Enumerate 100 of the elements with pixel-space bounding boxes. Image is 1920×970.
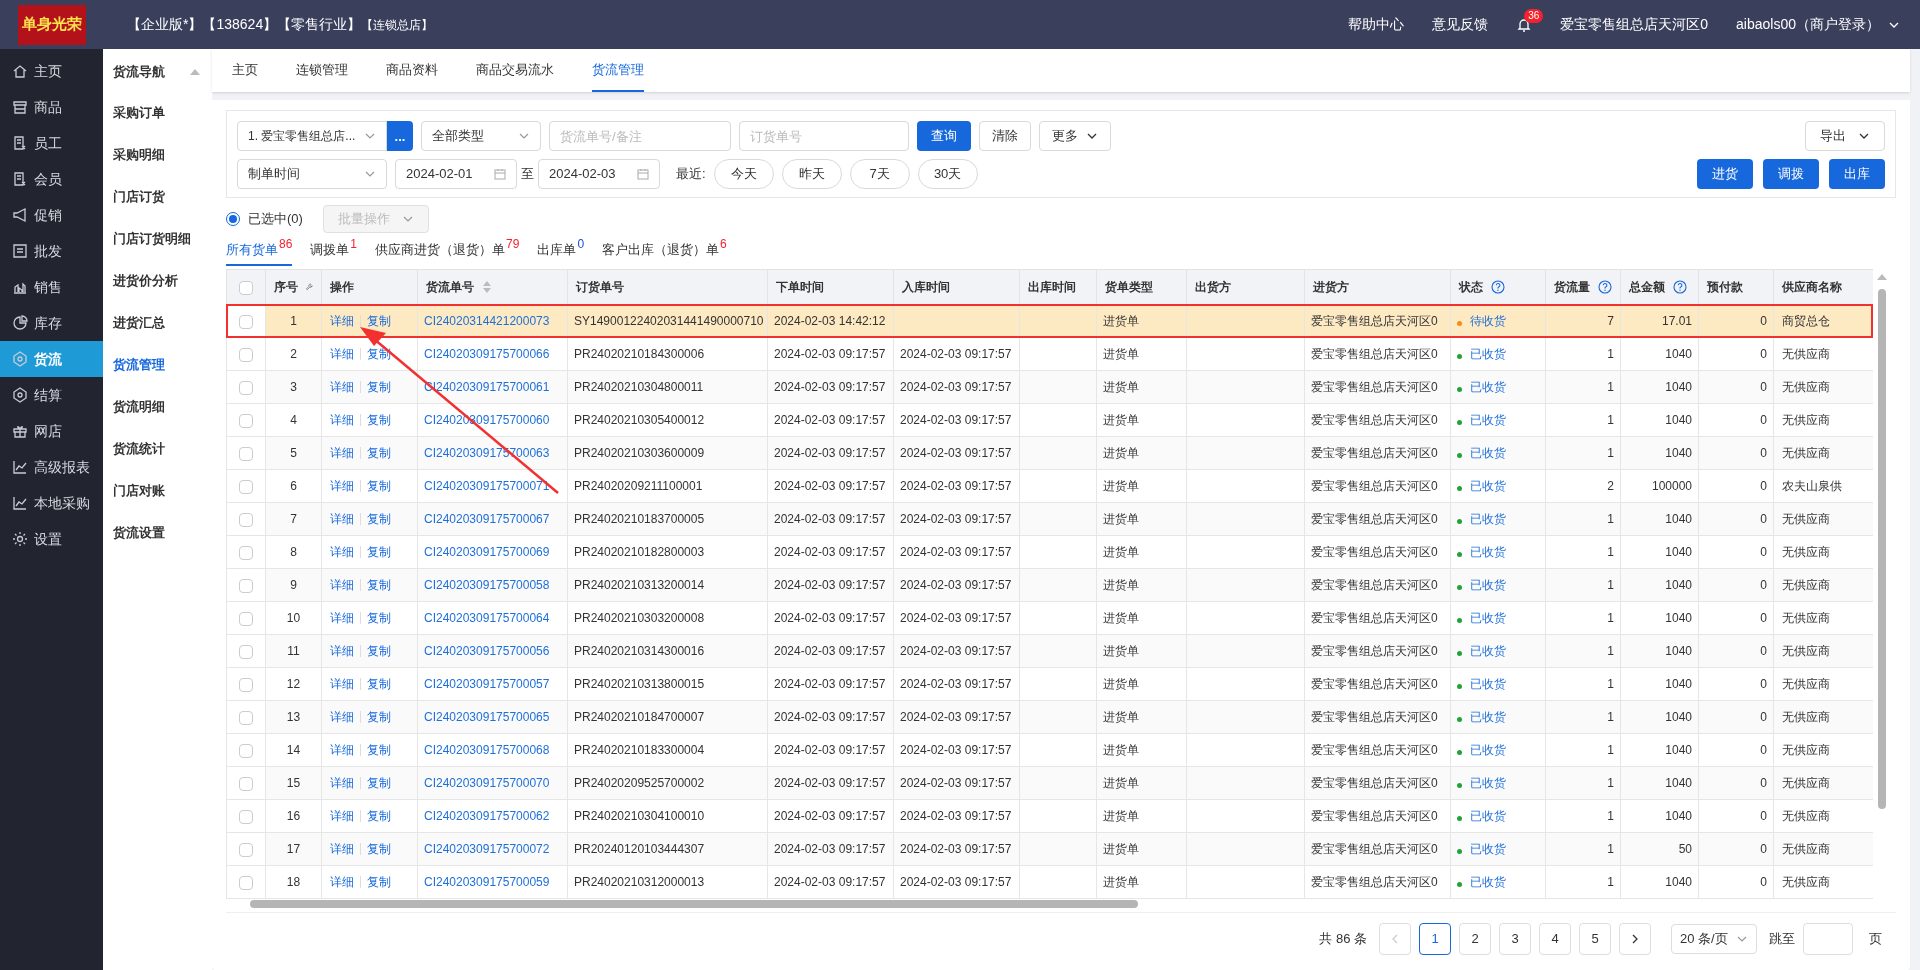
status-link[interactable]: 已收货 xyxy=(1470,807,1506,825)
more-filters-button[interactable]: 更多 xyxy=(1039,121,1111,151)
row-checkbox[interactable] xyxy=(239,875,253,890)
row-action-link[interactable]: 详细 xyxy=(328,741,356,759)
status-link[interactable]: 已收货 xyxy=(1470,576,1506,594)
row-checkbox[interactable] xyxy=(239,380,253,395)
action-button[interactable]: 进货 xyxy=(1697,159,1753,189)
sidebar-item[interactable]: 销售 xyxy=(0,269,103,305)
action-button[interactable]: 出库 xyxy=(1829,159,1885,189)
table-row[interactable]: 7 详细 复制 CI24020309175700067 PR24020210183700005 2024-02-03 09:17:57 2024-02-03 09:17:57 进货单 爱宝零售组总店天河区0 已收货 1 1040 0 无供应商 xyxy=(226,502,1873,536)
row-action-link[interactable]: 复制 xyxy=(365,543,393,561)
sidebar-item[interactable]: 商品 xyxy=(0,89,103,125)
row-action-link[interactable]: 详细 xyxy=(328,576,356,594)
page-tab[interactable]: 主页 xyxy=(232,59,258,92)
row-action-link[interactable]: 复制 xyxy=(365,675,393,693)
status-link[interactable]: 已收货 xyxy=(1470,378,1506,396)
status-link[interactable]: 已收货 xyxy=(1470,873,1506,891)
page-button[interactable]: 5 xyxy=(1579,923,1611,955)
row-action-link[interactable]: 详细 xyxy=(328,477,356,495)
row-checkbox[interactable] xyxy=(239,710,253,725)
action-button[interactable]: 调拨 xyxy=(1763,159,1819,189)
header-link[interactable]: 意见反馈 xyxy=(1432,14,1489,35)
sidebar-item[interactable]: 主页 xyxy=(0,53,103,89)
subnav-item[interactable]: 货流统计 xyxy=(103,428,212,470)
more-button[interactable]: ... xyxy=(387,121,413,151)
row-action-link[interactable]: 复制 xyxy=(365,576,393,594)
sidebar-item[interactable]: 高级报表 xyxy=(0,449,103,485)
row-action-link[interactable]: 复制 xyxy=(365,642,393,660)
table-row[interactable]: 15 详细 复制 CI24020309175700070 PR24020209525700002 2024-02-03 09:17:57 2024-02-03 09:17:57 进货单 爱宝零售组总店天河区0 已收货 1 1040 0 无供应商 xyxy=(226,766,1873,800)
status-link[interactable]: 已收货 xyxy=(1470,411,1506,429)
header-checkbox[interactable] xyxy=(239,280,253,295)
table-row[interactable]: 13 详细 复制 CI24020309175700065 PR24020210184700007 2024-02-03 09:17:57 2024-02-03 09:17:57 进货单 爱宝零售组总店天河区0 已收货 1 1040 0 无供应商 xyxy=(226,700,1873,734)
collapse-icon[interactable] xyxy=(190,68,200,76)
subnav-item[interactable]: 采购订单 xyxy=(103,92,212,134)
subnav-item[interactable]: 门店订货明细 xyxy=(103,218,212,260)
row-action-link[interactable]: 详细 xyxy=(328,345,356,363)
status-link[interactable]: 已收货 xyxy=(1470,642,1506,660)
table-row[interactable]: 17 详细 复制 CI24020309175700072 PR20240120103444307 2024-02-03 09:17:57 2024-02-03 09:17:57 进货单 爱宝零售组总店天河区0 已收货 1 50 0 无供应商 xyxy=(226,832,1873,866)
page-size-select[interactable]: 20 条/页 xyxy=(1671,924,1757,954)
row-action-link[interactable]: 复制 xyxy=(365,708,393,726)
status-link[interactable]: 已收货 xyxy=(1470,675,1506,693)
sidebar-item[interactable]: 结算 xyxy=(0,377,103,413)
status-link[interactable]: 待收货 xyxy=(1470,312,1506,330)
subnav-item[interactable]: 门店对账 xyxy=(103,470,212,512)
row-action-link[interactable]: 详细 xyxy=(328,609,356,627)
page-tab[interactable]: 连锁管理 xyxy=(296,59,348,92)
page-button[interactable]: 2 xyxy=(1459,923,1491,955)
row-action-link[interactable]: 详细 xyxy=(328,774,356,792)
subnav-item[interactable]: 货流明细 xyxy=(103,386,212,428)
status-link[interactable]: 已收货 xyxy=(1470,840,1506,858)
row-action-link[interactable]: 复制 xyxy=(365,774,393,792)
page-button[interactable]: 4 xyxy=(1539,923,1571,955)
table-row[interactable]: 11 详细 复制 CI24020309175700056 PR24020210314300016 2024-02-03 09:17:57 2024-02-03 09:17:57 进货单 爱宝零售组总店天河区0 已收货 1 1040 0 无供应商 xyxy=(226,634,1873,668)
row-checkbox[interactable] xyxy=(239,842,253,857)
status-link[interactable]: 已收货 xyxy=(1470,708,1506,726)
status-link[interactable]: 已收货 xyxy=(1470,609,1506,627)
table-row[interactable]: 18 详细 复制 CI24020309175700059 PR24020210312000013 2024-02-03 09:17:57 2024-02-03 09:17:57 进货单 爱宝零售组总店天河区0 已收货 1 1040 0 无供应商 xyxy=(226,865,1873,899)
header-link[interactable]: 帮助中心 xyxy=(1348,14,1405,35)
end-date-field[interactable]: 2024-02-03 xyxy=(538,159,660,189)
row-checkbox[interactable] xyxy=(239,446,253,461)
row-action-link[interactable]: 详细 xyxy=(328,675,356,693)
row-checkbox[interactable] xyxy=(239,743,253,758)
clear-button[interactable]: 清除 xyxy=(979,121,1031,151)
table-row[interactable]: 9 详细 复制 CI24020309175700058 PR24020210313200014 2024-02-03 09:17:57 2024-02-03 09:17:57 进货单 爱宝零售组总店天河区0 已收货 1 1040 0 无供应商 xyxy=(226,568,1873,602)
table-row[interactable]: 16 详细 复制 CI24020309175700062 PR24020210304100010 2024-02-03 09:17:57 2024-02-03 09:17:57 进货单 爱宝零售组总店天河区0 已收货 1 1040 0 无供应商 xyxy=(226,799,1873,833)
sidebar-item[interactable]: 促销 xyxy=(0,197,103,233)
status-link[interactable]: 已收货 xyxy=(1470,345,1506,363)
page-button[interactable]: 1 xyxy=(1419,923,1451,955)
page-button[interactable]: 3 xyxy=(1499,923,1531,955)
row-action-link[interactable]: 详细 xyxy=(328,510,356,528)
type-select[interactable]: 全部类型 xyxy=(421,121,541,151)
status-link[interactable]: 已收货 xyxy=(1470,741,1506,759)
row-action-link[interactable]: 复制 xyxy=(365,840,393,858)
sidebar-item[interactable]: 设置 xyxy=(0,521,103,557)
row-action-link[interactable]: 详细 xyxy=(328,378,356,396)
help-icon[interactable] xyxy=(1598,280,1612,294)
row-action-link[interactable]: 详细 xyxy=(328,807,356,825)
row-checkbox[interactable] xyxy=(239,314,253,329)
status-link[interactable]: 已收货 xyxy=(1470,543,1506,561)
row-action-link[interactable]: 详细 xyxy=(328,543,356,561)
subnav-item[interactable]: 货流设置 xyxy=(103,512,212,554)
row-action-link[interactable]: 详细 xyxy=(328,312,356,330)
sidebar-item[interactable]: 库存 xyxy=(0,305,103,341)
row-action-link[interactable]: 详细 xyxy=(328,708,356,726)
help-icon[interactable] xyxy=(1673,280,1687,294)
scroll-up-icon[interactable] xyxy=(1877,273,1887,281)
row-action-link[interactable]: 详细 xyxy=(328,411,356,429)
table-row[interactable]: 12 详细 复制 CI24020309175700057 PR24020210313800015 2024-02-03 09:17:57 2024-02-03 09:17:57 进货单 爱宝零售组总店天河区0 已收货 1 1040 0 无供应商 xyxy=(226,667,1873,701)
row-action-link[interactable]: 详细 xyxy=(328,840,356,858)
row-action-link[interactable]: 复制 xyxy=(365,312,393,330)
next-page-button[interactable] xyxy=(1619,923,1651,955)
page-tab[interactable]: 商品资料 xyxy=(386,59,438,92)
row-action-link[interactable]: 详细 xyxy=(328,642,356,660)
row-action-link[interactable]: 详细 xyxy=(328,444,356,462)
row-checkbox[interactable] xyxy=(239,545,253,560)
row-action-link[interactable]: 复制 xyxy=(365,444,393,462)
row-action-link[interactable]: 复制 xyxy=(365,609,393,627)
status-link[interactable]: 已收货 xyxy=(1470,477,1506,495)
document-tab[interactable]: 所有货单86 xyxy=(226,239,293,266)
row-checkbox[interactable] xyxy=(239,644,253,659)
